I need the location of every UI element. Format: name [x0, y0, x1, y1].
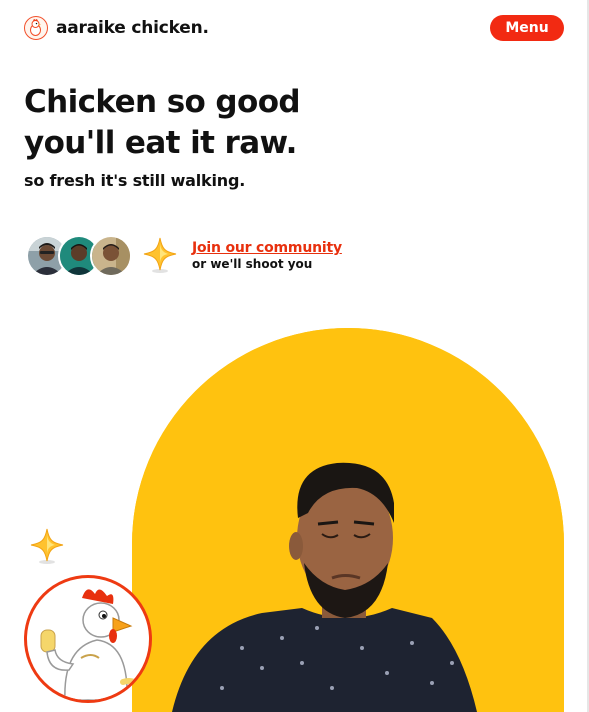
community-note: or we'll shoot you [192, 257, 313, 271]
site-header: aaraike chicken. Menu [0, 0, 589, 56]
community-cta: Join our community or we'll shoot you [192, 240, 342, 272]
brand-name: aaraike chicken. [56, 18, 209, 38]
hero-subtitle: so fresh it's still walking. [24, 171, 246, 190]
avatar-person-3 [90, 235, 132, 277]
headline-line-1: Chicken so good [24, 84, 301, 120]
brand[interactable]: aaraike chicken. [24, 16, 209, 40]
hero-headline: Chicken so good you'll eat it raw. [24, 82, 354, 164]
hero-person-photo [132, 328, 564, 712]
join-community-link[interactable]: Join our community [192, 240, 342, 257]
community-avatars [26, 235, 138, 277]
sparkle-icon-2 [30, 528, 64, 570]
menu-button[interactable]: Menu [490, 15, 564, 41]
sparkle-icon [143, 237, 177, 279]
headline-line-2: you'll eat it raw. [24, 125, 297, 161]
hero-image-arch [132, 328, 564, 712]
chicken-mascot-icon [24, 575, 152, 703]
chicken-logo-icon [24, 16, 48, 40]
